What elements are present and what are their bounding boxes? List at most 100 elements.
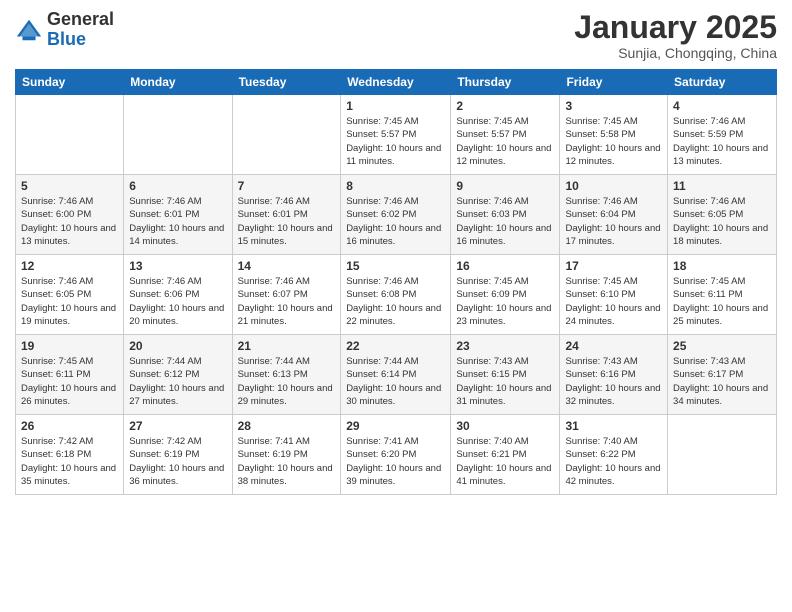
day-number: 28 [238,419,336,433]
day-number: 12 [21,259,118,273]
day-number: 21 [238,339,336,353]
table-row [232,95,341,175]
day-info: Sunrise: 7:42 AM Sunset: 6:19 PM Dayligh… [129,435,226,488]
day-info: Sunrise: 7:45 AM Sunset: 5:57 PM Dayligh… [456,115,554,168]
col-friday: Friday [560,70,668,95]
day-info: Sunrise: 7:46 AM Sunset: 6:01 PM Dayligh… [129,195,226,248]
logo: General Blue [15,10,114,50]
day-info: Sunrise: 7:45 AM Sunset: 5:58 PM Dayligh… [565,115,662,168]
table-row: 14Sunrise: 7:46 AM Sunset: 6:07 PM Dayli… [232,255,341,335]
table-row: 13Sunrise: 7:46 AM Sunset: 6:06 PM Dayli… [124,255,232,335]
table-row: 19 Sunrise: 7:45 AM Sunset: 6:11 PM Dayli… [16,335,124,415]
col-tuesday: Tuesday [232,70,341,95]
day-number: 29 [346,419,445,433]
day-info: Sunrise: 7:46 AM Sunset: 6:05 PM Dayligh… [21,275,118,328]
day-info: Sunrise: 7:40 AM Sunset: 6:21 PM Dayligh… [456,435,554,488]
day-info: Sunrise: 7:45 AM Sunset: 5:57 PM Dayligh… [346,115,445,168]
table-row: 28 Sunrise: 7:41 AM Sunset: 6:19 PM Dayli… [232,415,341,495]
day-info: Sunrise: 7:45 AM Sunset: 6:10 PM Dayligh… [565,275,662,328]
table-row: 16 Sunrise: 7:45 AM Sunset: 6:09 PM Dayli… [451,255,560,335]
day-info: Sunrise: 7:46 AM Sunset: 6:07 PM Dayligh… [238,275,336,328]
day-info: Sunrise: 7:44 AM Sunset: 6:12 PM Dayligh… [129,355,226,408]
table-row: 1Sunrise: 7:45 AM Sunset: 5:57 PM Daylig… [341,95,451,175]
day-number: 10 [565,179,662,193]
day-number: 5 [21,179,118,193]
logo-blue: Blue [47,29,86,49]
day-info: Sunrise: 7:45 AM Sunset: 6:09 PM Dayligh… [456,275,554,328]
day-info: Sunrise: 7:46 AM Sunset: 6:08 PM Dayligh… [346,275,445,328]
table-row: 24 Sunrise: 7:43 AM Sunset: 6:16 PM Dayli… [560,335,668,415]
table-row: 22 Sunrise: 7:44 AM Sunset: 6:14 PM Dayli… [341,335,451,415]
table-row: 27 Sunrise: 7:42 AM Sunset: 6:19 PM Dayli… [124,415,232,495]
table-row: 18 Sunrise: 7:45 AM Sunset: 6:11 PM Dayli… [668,255,777,335]
col-wednesday: Wednesday [341,70,451,95]
day-info: Sunrise: 7:43 AM Sunset: 6:16 PM Dayligh… [565,355,662,408]
table-row: 4Sunrise: 7:46 AM Sunset: 5:59 PM Daylig… [668,95,777,175]
table-row: 10Sunrise: 7:46 AM Sunset: 6:04 PM Dayli… [560,175,668,255]
day-info: Sunrise: 7:41 AM Sunset: 6:19 PM Dayligh… [238,435,336,488]
logo-icon [15,16,43,44]
week-row-4: 26 Sunrise: 7:42 AM Sunset: 6:18 PM Dayli… [16,415,777,495]
table-row: 20 Sunrise: 7:44 AM Sunset: 6:12 PM Dayli… [124,335,232,415]
day-number: 18 [673,259,771,273]
day-number: 31 [565,419,662,433]
header-row: Sunday Monday Tuesday Wednesday Thursday… [16,70,777,95]
day-number: 15 [346,259,445,273]
title-section: January 2025 Sunjia, Chongqing, China [574,10,777,61]
col-monday: Monday [124,70,232,95]
week-row-1: 5Sunrise: 7:46 AM Sunset: 6:00 PM Daylig… [16,175,777,255]
day-info: Sunrise: 7:40 AM Sunset: 6:22 PM Dayligh… [565,435,662,488]
logo-general: General [47,9,114,29]
day-info: Sunrise: 7:43 AM Sunset: 6:17 PM Dayligh… [673,355,771,408]
logo-text: General Blue [47,10,114,50]
calendar: Sunday Monday Tuesday Wednesday Thursday… [15,69,777,495]
table-row: 25 Sunrise: 7:43 AM Sunset: 6:17 PM Dayli… [668,335,777,415]
day-info: Sunrise: 7:44 AM Sunset: 6:13 PM Dayligh… [238,355,336,408]
day-info: Sunrise: 7:46 AM Sunset: 6:02 PM Dayligh… [346,195,445,248]
day-number: 22 [346,339,445,353]
table-row: 15 Sunrise: 7:46 AM Sunset: 6:08 PM Dayli… [341,255,451,335]
day-number: 20 [129,339,226,353]
col-sunday: Sunday [16,70,124,95]
table-row: 31 Sunrise: 7:40 AM Sunset: 6:22 PM Dayli… [560,415,668,495]
day-number: 4 [673,99,771,113]
location-subtitle: Sunjia, Chongqing, China [574,45,777,61]
day-info: Sunrise: 7:46 AM Sunset: 6:03 PM Dayligh… [456,195,554,248]
day-number: 19 [21,339,118,353]
day-number: 25 [673,339,771,353]
week-row-3: 19 Sunrise: 7:45 AM Sunset: 6:11 PM Dayli… [16,335,777,415]
table-row: 26 Sunrise: 7:42 AM Sunset: 6:18 PM Dayli… [16,415,124,495]
day-info: Sunrise: 7:42 AM Sunset: 6:18 PM Dayligh… [21,435,118,488]
day-number: 24 [565,339,662,353]
day-number: 7 [238,179,336,193]
month-title: January 2025 [574,10,777,45]
day-number: 13 [129,259,226,273]
table-row: 17 Sunrise: 7:45 AM Sunset: 6:10 PM Dayli… [560,255,668,335]
table-row: 30 Sunrise: 7:40 AM Sunset: 6:21 PM Dayli… [451,415,560,495]
day-number: 17 [565,259,662,273]
table-row: 7 Sunrise: 7:46 AM Sunset: 6:01 PM Daylig… [232,175,341,255]
day-number: 3 [565,99,662,113]
day-info: Sunrise: 7:44 AM Sunset: 6:14 PM Dayligh… [346,355,445,408]
day-number: 16 [456,259,554,273]
table-row: 11Sunrise: 7:46 AM Sunset: 6:05 PM Dayli… [668,175,777,255]
day-number: 27 [129,419,226,433]
day-number: 30 [456,419,554,433]
week-row-2: 12 Sunrise: 7:46 AM Sunset: 6:05 PM Dayli… [16,255,777,335]
day-number: 9 [456,179,554,193]
day-number: 8 [346,179,445,193]
table-row: 8 Sunrise: 7:46 AM Sunset: 6:02 PM Daylig… [341,175,451,255]
table-row [668,415,777,495]
day-number: 6 [129,179,226,193]
day-info: Sunrise: 7:46 AM Sunset: 6:01 PM Dayligh… [238,195,336,248]
table-row: 29Sunrise: 7:41 AM Sunset: 6:20 PM Dayli… [341,415,451,495]
col-saturday: Saturday [668,70,777,95]
page: General Blue January 2025 Sunjia, Chongq… [0,0,792,612]
table-row [16,95,124,175]
table-row [124,95,232,175]
day-info: Sunrise: 7:46 AM Sunset: 6:05 PM Dayligh… [673,195,771,248]
table-row: 12 Sunrise: 7:46 AM Sunset: 6:05 PM Dayli… [16,255,124,335]
day-info: Sunrise: 7:45 AM Sunset: 6:11 PM Dayligh… [21,355,118,408]
day-info: Sunrise: 7:45 AM Sunset: 6:11 PM Dayligh… [673,275,771,328]
day-number: 26 [21,419,118,433]
